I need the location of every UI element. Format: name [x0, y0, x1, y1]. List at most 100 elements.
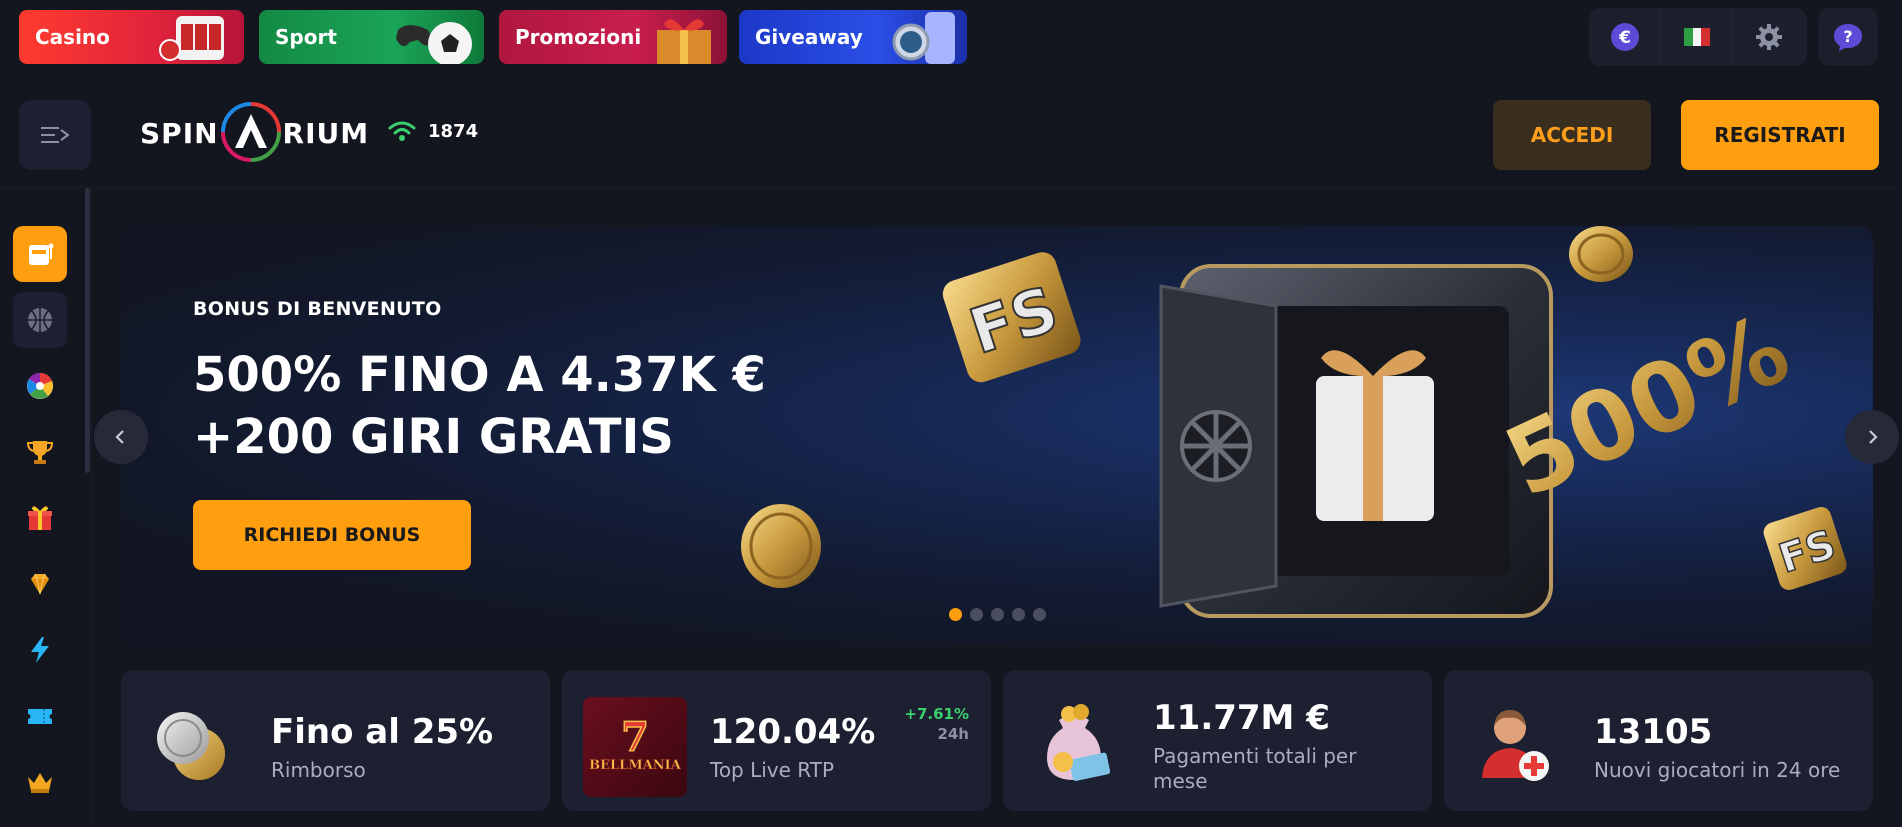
chevron-left-icon	[115, 430, 124, 444]
hero-title-line1: 500% FINO A 4.37K €	[193, 347, 766, 403]
claim-bonus-button[interactable]: RICHIEDI BONUS	[193, 500, 471, 570]
crown-icon	[28, 773, 52, 793]
gear-icon	[1756, 24, 1782, 50]
promo-casino[interactable]: Casino	[19, 10, 244, 64]
watch-phone-icon	[892, 12, 955, 64]
sidebar-item-promotions[interactable]	[13, 490, 67, 546]
online-players: 1874	[388, 120, 478, 142]
hero-title-line2: +200 GIRI GRATIS	[193, 409, 674, 465]
coins-icon	[157, 712, 225, 780]
safe-illustration	[1159, 264, 1553, 618]
free-spins-badge-small: FS	[1763, 506, 1847, 590]
sidebar-item-live-casino[interactable]	[13, 358, 67, 414]
logo-text-right: RIUM	[282, 116, 370, 150]
rtp-caption: Top Live RTP	[710, 758, 835, 782]
cashback-value: Fino al 25%	[271, 712, 494, 752]
site-header: SPIN RIUM 1874 ACCEDI REGISTRATI	[0, 74, 1902, 188]
soccer-ball-icon	[396, 22, 472, 64]
svg-text:€: €	[1618, 28, 1631, 48]
payouts-caption-line1: Pagamenti totali per	[1153, 744, 1357, 768]
new-players-caption: Nuovi giocatori in 24 ore	[1594, 758, 1841, 782]
sidebar-item-tournaments[interactable]	[13, 424, 67, 480]
free-spins-badge: FS	[942, 252, 1081, 383]
new-user-icon	[1482, 710, 1549, 781]
coin-left	[741, 504, 821, 588]
rtp-delta: +7.61% 24h	[904, 704, 969, 744]
basketball-icon	[28, 308, 52, 332]
logo-text-left: SPIN	[140, 116, 219, 150]
promo-giveaway[interactable]: Giveaway	[739, 10, 967, 64]
carousel-next-button[interactable]	[1845, 410, 1899, 464]
sidebar-item-loyalty[interactable]	[13, 754, 67, 810]
stat-card-new-players[interactable]: 13105 Nuovi giocatori in 24 ore	[1444, 670, 1873, 811]
carousel-dot-5[interactable]	[1033, 608, 1046, 621]
carousel-dots	[949, 608, 1046, 621]
game-thumbnail: 7 BELLMANIA	[583, 697, 687, 797]
carousel-prev-button[interactable]	[94, 410, 148, 464]
language-selector[interactable]	[1661, 8, 1733, 66]
sidebar-item-casino[interactable]	[13, 226, 67, 282]
stat-card-payouts[interactable]: 11.77M € Pagamenti totali per mese	[1003, 670, 1432, 811]
carousel-dot-1[interactable]	[949, 608, 962, 621]
site-logo[interactable]: SPIN RIUM	[140, 98, 369, 168]
svg-text:7: 7	[621, 717, 649, 761]
sidebar-item-lottery[interactable]	[13, 688, 67, 744]
hero-banner[interactable]: FS 500% FS BONUS DI BENVENUTO 500% FINO …	[121, 226, 1873, 646]
promo-giveaway-label: Giveaway	[755, 25, 863, 49]
menu-collapse-icon	[41, 127, 69, 143]
hero-kicker: BONUS DI BENVENUTO	[193, 298, 442, 320]
money-bag-icon	[1047, 704, 1111, 781]
help-chat-icon: ?	[1834, 24, 1862, 51]
diamond-icon	[31, 573, 49, 595]
cashback-caption: Rimborso	[271, 758, 366, 782]
rtp-delta-period: 24h	[937, 725, 969, 743]
chevron-right-icon	[1869, 430, 1878, 444]
carousel-dot-4[interactable]	[1012, 608, 1025, 621]
sidebar-item-sport[interactable]	[13, 292, 67, 348]
settings-group: €	[1589, 8, 1807, 66]
carousel-dot-3[interactable]	[991, 608, 1004, 621]
sidebar-item-fast-games[interactable]	[13, 622, 67, 678]
bellmania-logo: 7 BELLMANIA	[589, 717, 682, 773]
slot-machine-icon	[29, 243, 54, 265]
new-players-value: 13105	[1594, 712, 1713, 752]
wifi-icon	[388, 121, 416, 141]
trophy-icon	[26, 441, 54, 464]
settings-button[interactable]	[1733, 8, 1805, 66]
support-chat-button[interactable]: ?	[1818, 8, 1878, 66]
euro-icon: €	[1610, 23, 1639, 51]
svg-text:BELLMANIA: BELLMANIA	[589, 758, 682, 773]
promo-casino-label: Casino	[35, 25, 110, 49]
promo-sport-label: Sport	[275, 25, 337, 49]
ticket-icon	[28, 709, 52, 724]
currency-selector[interactable]: €	[1589, 8, 1661, 66]
menu-toggle-button[interactable]	[19, 100, 91, 170]
roulette-wheel-icon	[27, 372, 53, 399]
payouts-value: 11.77M €	[1153, 698, 1330, 738]
rtp-value: 120.04%	[710, 712, 876, 752]
payouts-caption: Pagamenti totali per mese	[1153, 744, 1356, 794]
logo-emblem-icon	[220, 102, 281, 162]
online-count: 1874	[428, 120, 479, 142]
stat-card-top-rtp[interactable]: 7 BELLMANIA 120.04% Top Live RTP +7.61% …	[562, 670, 991, 811]
lightning-icon	[31, 637, 49, 663]
italy-flag-icon	[1683, 28, 1710, 46]
sidebar-scrollbar[interactable]	[85, 188, 90, 473]
rtp-delta-value: +7.61%	[904, 705, 969, 723]
gift-icon	[28, 506, 52, 530]
hero-title: 500% FINO A 4.37K € +200 GIRI GRATIS	[193, 344, 813, 468]
gift-box-icon	[657, 19, 711, 64]
stat-card-cashback[interactable]: Fino al 25% Rimborso	[121, 670, 550, 811]
login-button[interactable]: ACCEDI	[1493, 100, 1651, 170]
coin-top-right	[1569, 226, 1633, 282]
sidebar-item-vip[interactable]	[13, 556, 67, 612]
slot-machine-icon	[159, 16, 224, 61]
carousel-dot-2[interactable]	[970, 608, 983, 621]
promo-sport[interactable]: Sport	[259, 10, 484, 64]
promo-promozioni-label: Promozioni	[515, 25, 642, 49]
sidebar	[0, 188, 92, 827]
register-button[interactable]: REGISTRATI	[1681, 100, 1879, 170]
payouts-caption-line2: mese	[1153, 769, 1208, 793]
promo-promozioni[interactable]: Promozioni	[499, 10, 727, 64]
svg-text:?: ?	[1843, 27, 1852, 46]
